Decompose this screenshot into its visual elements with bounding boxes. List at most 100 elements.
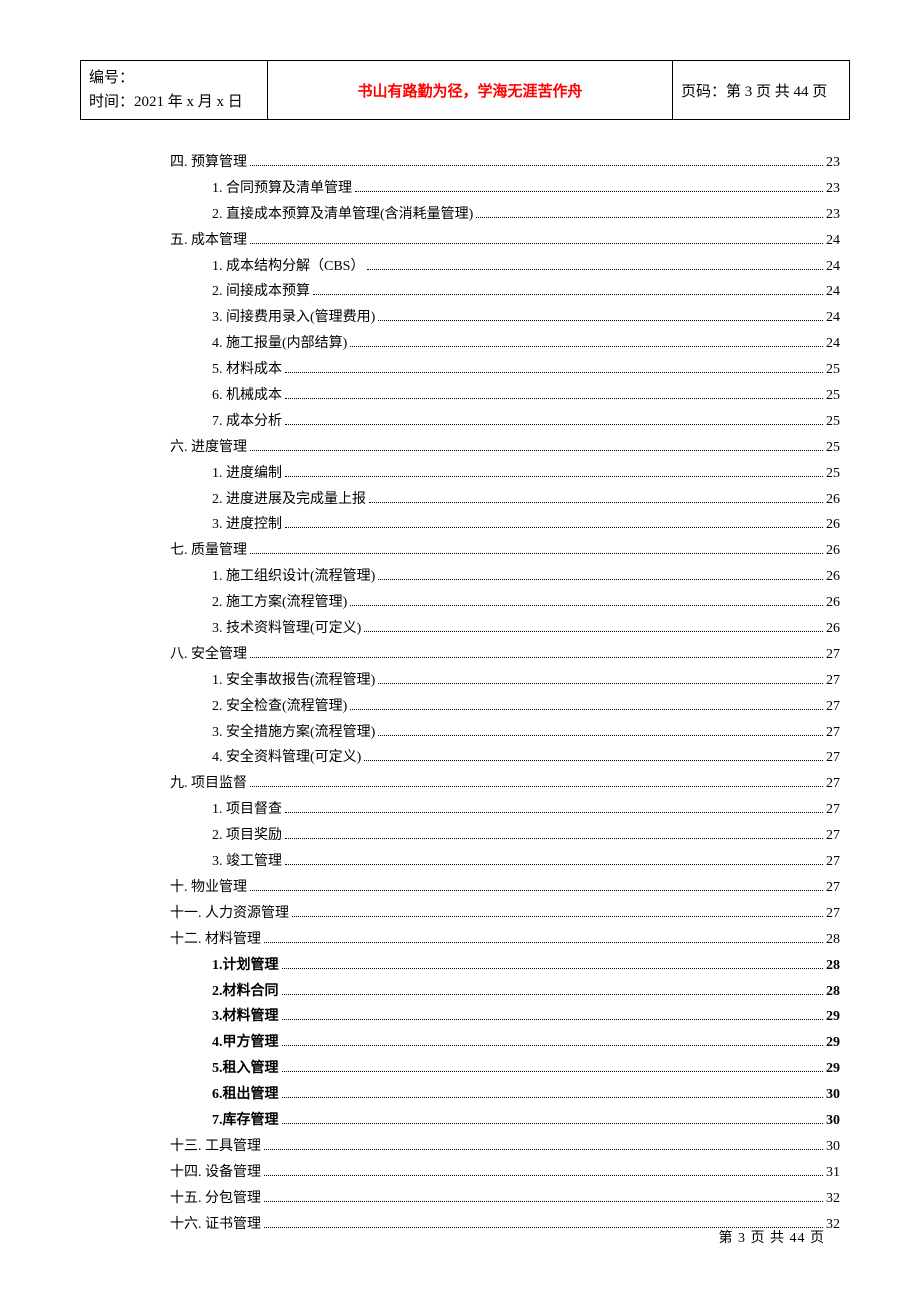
toc-entry-page: 24 [826, 279, 840, 305]
toc-entry-label: 1. 合同预算及清单管理 [212, 176, 352, 202]
toc-entry[interactable]: 7.库存管理30 [170, 1108, 840, 1134]
toc-entry-label: 1. 项目督查 [212, 797, 282, 823]
toc-entry[interactable]: 2. 进度进展及完成量上报26 [170, 487, 840, 513]
toc-entry-page: 27 [826, 694, 840, 720]
toc-leader [285, 864, 823, 865]
toc-leader [264, 1201, 823, 1202]
toc-entry[interactable]: 3.材料管理29 [170, 1004, 840, 1030]
toc-leader [285, 372, 823, 373]
doc-number-label: 编号： [89, 66, 259, 90]
toc-leader [313, 294, 823, 295]
toc-entry[interactable]: 2. 直接成本预算及清单管理(含消耗量管理) 23 [170, 202, 840, 228]
toc-entry[interactable]: 八. 安全管理27 [170, 642, 840, 668]
toc-entry[interactable]: 3. 间接费用录入(管理费用)24 [170, 305, 840, 331]
toc-entry-page: 27 [826, 823, 840, 849]
toc-entry-page: 27 [826, 642, 840, 668]
toc-entry-label: 6.租出管理 [212, 1082, 279, 1108]
toc-leader [350, 605, 823, 606]
toc-entry-page: 29 [826, 1056, 840, 1082]
toc-entry-label: 1. 安全事故报告(流程管理) [212, 668, 375, 694]
toc-entry[interactable]: 3. 进度控制26 [170, 512, 840, 538]
toc-entry[interactable]: 4. 施工报量(内部结算) 24 [170, 331, 840, 357]
toc-entry-page: 23 [826, 202, 840, 228]
toc-leader [285, 424, 823, 425]
toc-entry[interactable]: 十三. 工具管理30 [170, 1134, 840, 1160]
toc-entry-label: 十四. 设备管理 [170, 1160, 261, 1186]
toc-entry[interactable]: 十五. 分包管理32 [170, 1186, 840, 1212]
toc-leader [282, 994, 824, 995]
toc-entry[interactable]: 五. 成本管理24 [170, 228, 840, 254]
toc-leader [250, 243, 823, 244]
toc-entry[interactable]: 3. 技术资料管理(可定义)26 [170, 616, 840, 642]
toc-entry-page: 27 [826, 875, 840, 901]
toc-entry[interactable]: 6.租出管理 30 [170, 1082, 840, 1108]
toc-entry-label: 7. 成本分析 [212, 409, 282, 435]
toc-entry-label: 六. 进度管理 [170, 435, 247, 461]
toc-entry-label: 十五. 分包管理 [170, 1186, 261, 1212]
toc-leader [264, 942, 823, 943]
toc-entry[interactable]: 2. 间接成本预算24 [170, 279, 840, 305]
toc-leader [250, 450, 823, 451]
toc-entry[interactable]: 5. 材料成本25 [170, 357, 840, 383]
toc-entry-label: 3. 安全措施方案(流程管理) [212, 720, 375, 746]
toc-entry[interactable]: 2.材料合同28 [170, 979, 840, 1005]
toc-entry[interactable]: 九. 项目监督 27 [170, 771, 840, 797]
toc-entry-label: 4.甲方管理 [212, 1030, 279, 1056]
toc-entry[interactable]: 6. 机械成本25 [170, 383, 840, 409]
toc-entry-page: 26 [826, 487, 840, 513]
toc-entry[interactable]: 1. 合同预算及清单管理23 [170, 176, 840, 202]
toc-entry-page: 27 [826, 849, 840, 875]
toc-entry-page: 26 [826, 590, 840, 616]
toc-entry[interactable]: 1. 成本结构分解（CBS）24 [170, 254, 840, 280]
toc-entry-label: 十. 物业管理 [170, 875, 247, 901]
toc-entry-page: 25 [826, 383, 840, 409]
toc-entry-label: 七. 质量管理 [170, 538, 247, 564]
toc-entry[interactable]: 1. 施工组织设计(流程管理)26 [170, 564, 840, 590]
toc-entry-label: 2. 直接成本预算及清单管理(含消耗量管理) [212, 202, 473, 228]
toc-entry-label: 2. 施工方案(流程管理) [212, 590, 347, 616]
toc-leader [250, 890, 823, 891]
toc-leader [282, 1045, 824, 1046]
toc-entry[interactable]: 1. 项目督查27 [170, 797, 840, 823]
toc-entry[interactable]: 1. 安全事故报告(流程管理)27 [170, 668, 840, 694]
toc-entry-label: 3. 竣工管理 [212, 849, 282, 875]
toc-entry[interactable]: 7. 成本分析 25 [170, 409, 840, 435]
toc-entry[interactable]: 1. 进度编制25 [170, 461, 840, 487]
toc-entry-label: 4. 施工报量(内部结算) [212, 331, 347, 357]
toc-leader [367, 269, 823, 270]
toc-entry[interactable]: 3. 安全措施方案(流程管理)27 [170, 720, 840, 746]
toc-entry[interactable]: 4.甲方管理29 [170, 1030, 840, 1056]
toc-leader [378, 579, 823, 580]
toc-entry[interactable]: 5.租入管理29 [170, 1056, 840, 1082]
toc-entry-label: 十二. 材料管理 [170, 927, 261, 953]
doc-motto: 书山有路勤为径，学海无涯苦作舟 [357, 84, 582, 100]
toc-entry[interactable]: 2. 项目奖励27 [170, 823, 840, 849]
toc-entry[interactable]: 十二. 材料管理28 [170, 927, 840, 953]
toc-entry[interactable]: 2. 施工方案(流程管理) 26 [170, 590, 840, 616]
toc-entry-page: 28 [826, 979, 840, 1005]
doc-date-label: 时间：2021 年 x 月 x 日 [89, 90, 259, 114]
toc-entry[interactable]: 十一. 人力资源管理27 [170, 901, 840, 927]
table-of-contents: 四. 预算管理231. 合同预算及清单管理232. 直接成本预算及清单管理(含消… [80, 150, 850, 1237]
toc-leader [264, 1175, 823, 1176]
toc-entry[interactable]: 2. 安全检查(流程管理) 27 [170, 694, 840, 720]
toc-entry[interactable]: 十四. 设备管理31 [170, 1160, 840, 1186]
toc-entry[interactable]: 3. 竣工管理 27 [170, 849, 840, 875]
toc-entry[interactable]: 七. 质量管理 26 [170, 538, 840, 564]
toc-entry[interactable]: 六. 进度管理25 [170, 435, 840, 461]
toc-leader [250, 165, 823, 166]
toc-entry[interactable]: 十. 物业管理 27 [170, 875, 840, 901]
toc-entry-page: 24 [826, 331, 840, 357]
toc-entry-label: 2. 安全检查(流程管理) [212, 694, 347, 720]
toc-leader [292, 916, 823, 917]
toc-entry-label: 九. 项目监督 [170, 771, 247, 797]
toc-leader [378, 320, 823, 321]
toc-entry-page: 26 [826, 538, 840, 564]
toc-entry-page: 27 [826, 771, 840, 797]
toc-entry-page: 30 [826, 1082, 840, 1108]
toc-leader [378, 683, 823, 684]
toc-entry[interactable]: 四. 预算管理23 [170, 150, 840, 176]
toc-entry-page: 25 [826, 409, 840, 435]
toc-entry[interactable]: 4. 安全资料管理(可定义)27 [170, 745, 840, 771]
toc-entry[interactable]: 1.计划管理28 [170, 953, 840, 979]
